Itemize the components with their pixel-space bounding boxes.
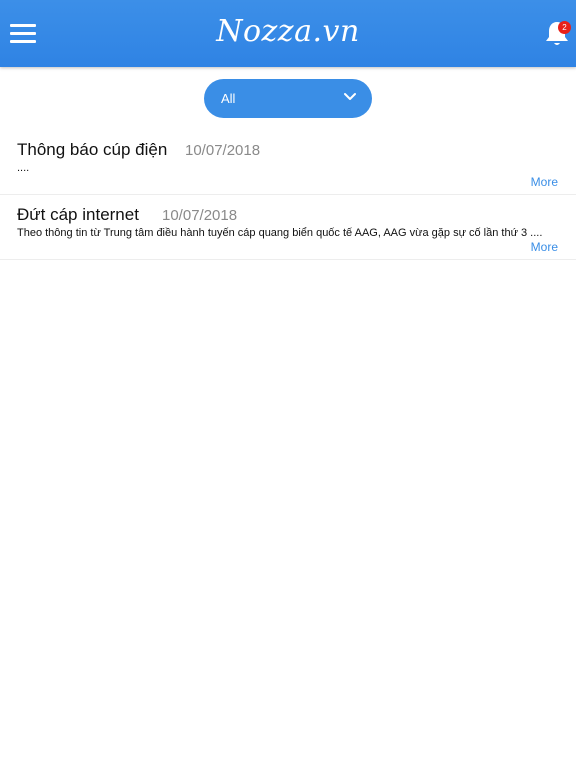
more-link[interactable]: More	[531, 175, 558, 189]
notification-date: 10/07/2018	[162, 207, 238, 224]
notifications-button[interactable]: 2	[544, 18, 572, 48]
notification-title: Thông báo cúp điện	[17, 140, 168, 159]
notification-title: Đứt cáp internet	[17, 205, 139, 224]
notification-excerpt: Theo thông tin từ Trung tâm điều hành tu…	[17, 227, 543, 239]
notification-badge: 2	[558, 21, 571, 34]
filter-selected-value: All	[221, 91, 236, 106]
category-filter-dropdown[interactable]: All	[204, 79, 372, 118]
notification-item[interactable]: Đứt cáp internet 10/07/2018 Theo thông t…	[0, 195, 576, 260]
notification-excerpt: ....	[17, 162, 30, 174]
notification-item[interactable]: Thông báo cúp điện 10/07/2018 .... More	[0, 130, 576, 195]
brand-logo: Nozza.vn	[216, 14, 360, 49]
more-link[interactable]: More	[531, 240, 558, 254]
app-header: Nozza.vn 2	[0, 0, 576, 67]
chevron-down-icon	[344, 93, 356, 100]
notification-date: 10/07/2018	[185, 142, 261, 159]
